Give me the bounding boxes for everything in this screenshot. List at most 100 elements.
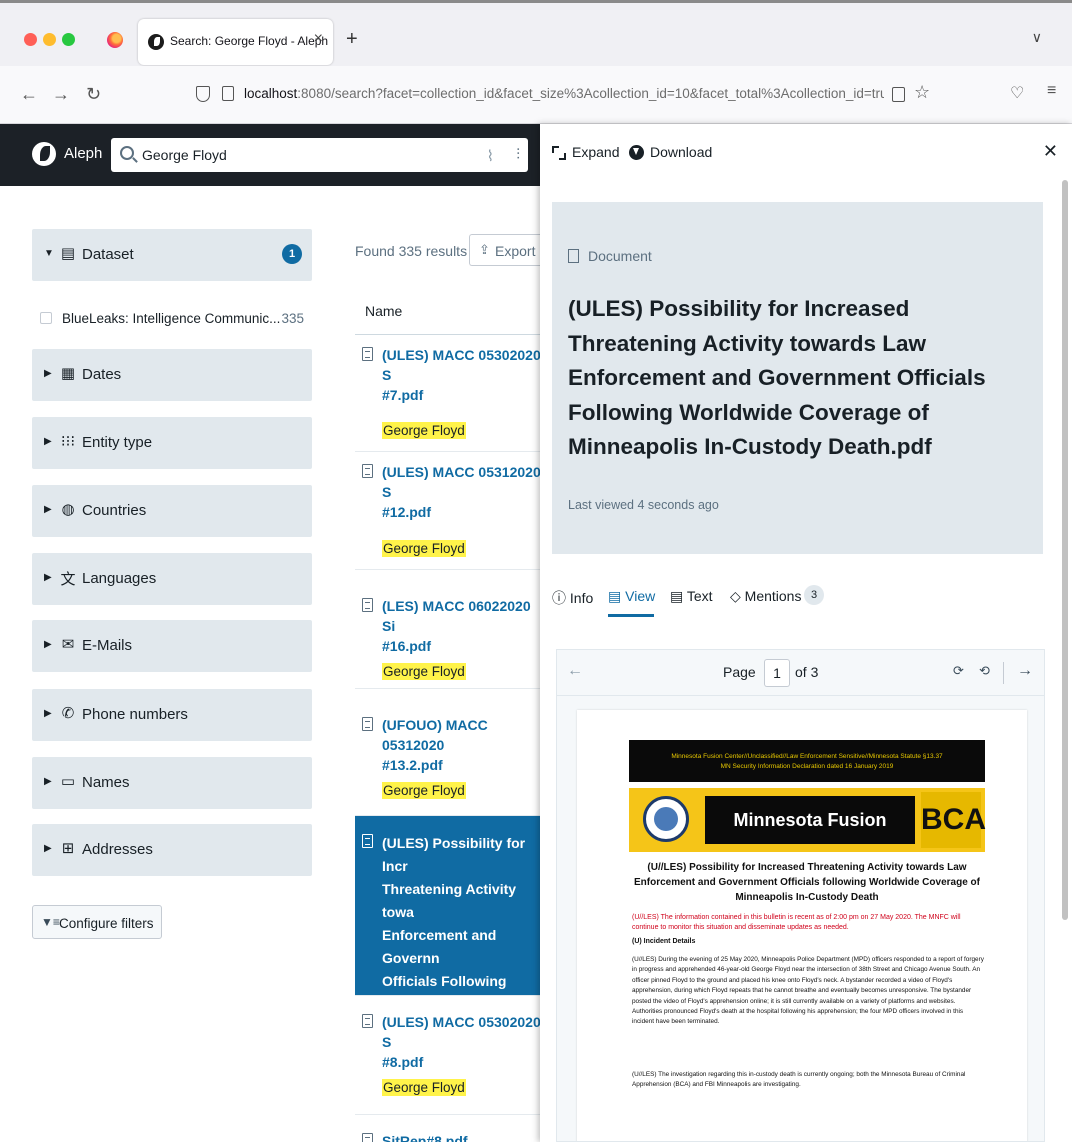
reader-view-icon[interactable]	[892, 87, 905, 102]
pdf-viewer: ← Page 1 of 3 ⟳ ⟲ → Minnesota Fusion Cen…	[556, 649, 1045, 1142]
address-bar[interactable]: localhost:8080/search?facet=collection_i…	[184, 78, 934, 112]
caret-right-icon: ▶	[44, 639, 52, 650]
maximize-window-button[interactable]	[62, 33, 75, 46]
expand-icon[interactable]	[552, 146, 566, 160]
facet-languages[interactable]: ▶ 文 Languages	[32, 553, 312, 605]
table-row[interactable]: (UFOUO) MACC 05312020 #13.2.pdf George F…	[355, 689, 540, 816]
result-title-link[interactable]: (ULES) MACC 05302020 S #7.pdf	[382, 345, 540, 405]
results-list: (ULES) MACC 05302020 S #7.pdf George Flo…	[355, 335, 540, 1142]
tab-list-chevron-icon[interactable]: ∨	[1032, 29, 1042, 46]
caret-right-icon: ▶	[44, 368, 52, 379]
facet-label: Phone numbers	[82, 706, 188, 723]
result-title-link[interactable]: (ULES) MACC 05312020 S #12.pdf	[382, 462, 540, 522]
page-number-input[interactable]: 1	[764, 659, 790, 687]
close-window-button[interactable]	[24, 33, 37, 46]
advanced-search-icon[interactable]: ⫶	[516, 146, 520, 163]
globe-icon: ◍	[61, 501, 75, 518]
search-input[interactable]: George Floyd ⌇ ⫶	[111, 138, 528, 172]
result-title-link[interactable]: (ULES) MACC 05302020 S #8.pdf	[382, 1012, 540, 1072]
table-row[interactable]: (LES) MACC 06022020 Si #16.pdf George Fl…	[355, 570, 540, 689]
tab-close-icon[interactable]: ×	[314, 30, 323, 48]
browser-nav-bar: ← → ↻ localhost:8080/search?facet=collec…	[0, 66, 1072, 124]
page-total: of 3	[795, 664, 819, 680]
highlight-snippet: George Floyd	[382, 782, 466, 799]
pocket-icon[interactable]: ♡	[1010, 83, 1024, 103]
table-row[interactable]: (ULES) MACC 05302020 S #7.pdf George Flo…	[355, 335, 540, 452]
configure-filters-label: Configure filters	[59, 916, 154, 931]
tracking-shield-icon[interactable]	[196, 86, 210, 102]
pdf-logo-bar: Minnesota Fusion Center BCA	[629, 788, 986, 878]
rotate-right-icon[interactable]: ⟳	[953, 663, 964, 679]
facet-dates[interactable]: ▶ ▦ Dates	[32, 349, 312, 401]
facet-emails[interactable]: ▶ ✉ E-Mails	[32, 620, 312, 672]
bookmark-star-icon[interactable]: ☆	[914, 82, 930, 103]
checkbox[interactable]	[40, 312, 52, 324]
facet-count-badge: 1	[282, 244, 302, 264]
facet-label: Entity type	[82, 434, 153, 451]
previous-page-button[interactable]: ←	[567, 662, 583, 680]
banner-line-2: MN Security Information Declaration date…	[720, 763, 894, 770]
rotate-left-icon[interactable]: ⟲	[979, 663, 990, 679]
pdf-paragraph-2: (U//LES) The investigation regarding thi…	[632, 1071, 966, 1089]
result-title-link[interactable]: (UFOUO) MACC 05312020 #13.2.pdf	[382, 715, 540, 775]
hamburger-menu-icon[interactable]: ≡	[1047, 82, 1056, 100]
facet-value-label: BlueLeaks: Intelligence Communic...	[62, 311, 281, 326]
page-info-icon[interactable]	[222, 86, 234, 101]
tab-view[interactable]: ▤ View	[608, 588, 655, 605]
document-icon	[362, 1133, 373, 1142]
result-title-link[interactable]: SitRep#8.pdf	[382, 1131, 540, 1142]
facet-value-blueleaks[interactable]: BlueLeaks: Intelligence Communic... 335	[32, 300, 312, 336]
facet-phone-numbers[interactable]: ▶ ✆ Phone numbers	[32, 689, 312, 741]
caret-right-icon: ▶	[44, 708, 52, 719]
next-page-button[interactable]: →	[1017, 662, 1033, 680]
tab-text[interactable]: ▤ Text	[670, 588, 713, 605]
translate-icon: 文	[60, 571, 76, 588]
caret-right-icon: ▶	[44, 776, 52, 787]
document-icon	[362, 717, 373, 731]
document-icon	[362, 834, 373, 848]
envelope-icon: ✉	[61, 636, 75, 653]
forward-button[interactable]: →	[52, 84, 70, 105]
facet-names[interactable]: ▶ ▭ Names	[32, 757, 312, 809]
aleph-logo-icon[interactable]	[32, 142, 56, 166]
bca-logo: BCA	[921, 792, 986, 848]
reload-button[interactable]: ↻	[86, 84, 101, 105]
export-icon: ⇪	[479, 242, 490, 257]
back-button[interactable]: ←	[20, 84, 38, 105]
facet-label: Dataset	[82, 246, 134, 263]
table-row[interactable]: SitRep#8.pdf	[355, 1115, 540, 1142]
tab-info[interactable]: ⓘ Info	[552, 588, 593, 608]
column-header-name[interactable]: Name	[365, 303, 402, 319]
caret-right-icon: ▶	[44, 843, 52, 854]
download-icon[interactable]	[629, 145, 644, 160]
highlight-snippet: George Floyd	[382, 663, 466, 680]
rss-icon[interactable]: ⌇	[487, 147, 494, 165]
facet-entity-type[interactable]: ▶ ⁝⁝⁝ Entity type	[32, 417, 312, 469]
expand-button[interactable]: Expand	[572, 144, 619, 160]
facet-label: Countries	[82, 502, 147, 519]
download-button[interactable]: Download	[650, 144, 712, 160]
result-title-link[interactable]: (LES) MACC 06022020 Si #16.pdf	[382, 596, 540, 656]
scrollbar[interactable]	[1062, 180, 1068, 920]
facet-addresses[interactable]: ▶ ⊞ Addresses	[32, 824, 312, 876]
browser-tab[interactable]: Search: George Floyd - Aleph ×	[138, 19, 333, 65]
caret-right-icon: ▶	[44, 436, 52, 447]
tab-mentions[interactable]: ◇ Mentions	[730, 588, 801, 605]
table-row[interactable]: (ULES) MACC 05302020 S #8.pdf George Flo…	[355, 996, 540, 1115]
brand-name[interactable]: Aleph	[64, 145, 102, 162]
facet-label: Languages	[82, 570, 157, 587]
calendar-icon: ▦	[60, 365, 76, 382]
minimize-window-button[interactable]	[43, 33, 56, 46]
configure-filters-button[interactable]: ▼≡ Configure filters	[32, 905, 162, 939]
facet-countries[interactable]: ▶ ◍ Countries	[32, 485, 312, 537]
facet-dataset[interactable]: ▼ ▤ Dataset 1	[32, 229, 312, 281]
table-row[interactable]: (ULES) MACC 05312020 S #12.pdf George Fl…	[355, 452, 540, 570]
url-text[interactable]: localhost:8080/search?facet=collection_i…	[244, 86, 884, 101]
page-label: Page	[723, 664, 756, 680]
search-query[interactable]: George Floyd	[142, 147, 227, 163]
table-row-selected[interactable]: (ULES) Possibility for Incr Threatening …	[355, 816, 540, 1081]
close-icon[interactable]: ✕	[1043, 141, 1058, 162]
mentions-count-badge: 3	[804, 585, 824, 605]
export-button[interactable]: ⇪ Export	[469, 234, 540, 266]
new-tab-button[interactable]: +	[346, 28, 358, 51]
